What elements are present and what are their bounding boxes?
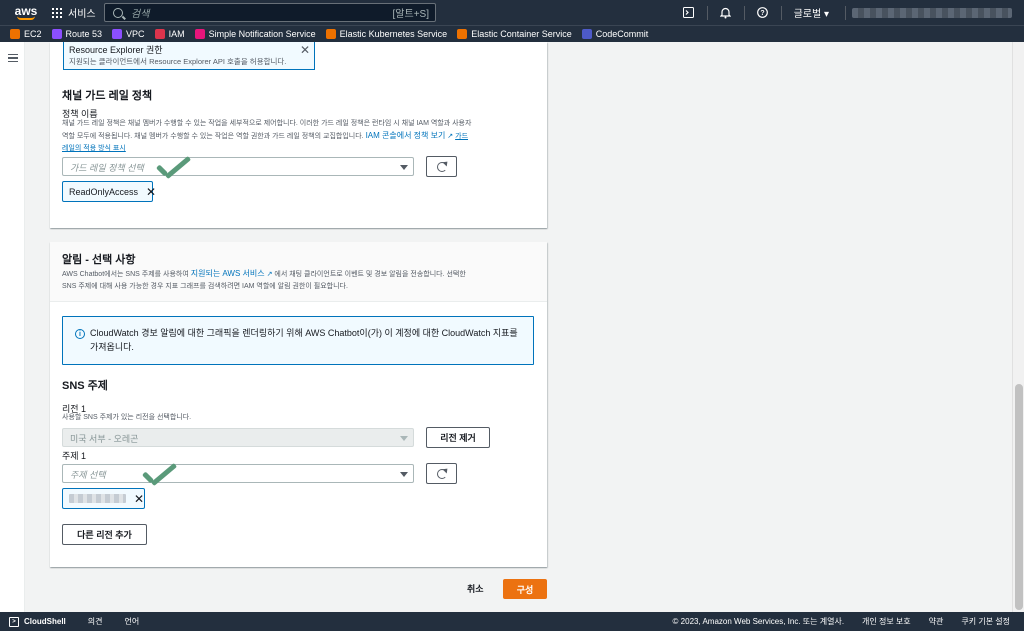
section-title: 알림 - 선택 사항 bbox=[62, 254, 136, 266]
services-menu-button[interactable]: 서비스 bbox=[52, 5, 96, 20]
caret-down-icon bbox=[400, 472, 408, 477]
service-icon bbox=[10, 29, 20, 39]
service-icon bbox=[457, 29, 468, 39]
info-icon: i bbox=[75, 329, 85, 339]
supported-services-link[interactable]: 지원되는 AWS 서비스 bbox=[191, 269, 265, 278]
copyright-text: © 2023, Amazon Web Services, Inc. 또는 계열사… bbox=[672, 617, 845, 626]
refresh-icon bbox=[436, 161, 447, 172]
favorite-item[interactable]: CodeCommit bbox=[581, 29, 648, 39]
side-navigation bbox=[0, 42, 25, 612]
help-icon[interactable]: ? bbox=[751, 0, 775, 25]
favorite-item[interactable]: IAM bbox=[154, 29, 185, 39]
section-title: 채널 가드 레일 정책 bbox=[62, 90, 153, 102]
favorites-bar: EC2 Route 53 VPC IAM Simple Notification Ser… bbox=[0, 25, 1024, 42]
notifications-panel: 알림 - 선택 사항 AWS Chatbot에서는 SNS 주제를 사용하여 지… bbox=[50, 242, 547, 567]
top-navigation: aws 서비스 검색 [알트+S] ? 글로벌 ▾ bbox=[0, 0, 1024, 25]
cloudshell-icon[interactable] bbox=[677, 0, 701, 25]
topic-token: ✕ bbox=[62, 488, 145, 509]
favorite-item[interactable]: Route 53 bbox=[51, 29, 102, 39]
guardrail-panel: Resource Explorer 권한 지원되는 클라이언트에서 Resour… bbox=[50, 42, 547, 228]
caret-down-icon bbox=[400, 165, 408, 170]
service-icon bbox=[154, 29, 165, 39]
topic-select[interactable]: 주제 선택 bbox=[62, 464, 414, 483]
configure-button[interactable]: 구성 bbox=[503, 579, 547, 599]
favorite-item[interactable]: Simple Notification Service bbox=[194, 29, 316, 39]
feedback-link[interactable]: 의견 bbox=[88, 616, 103, 627]
service-icon bbox=[194, 29, 205, 39]
caret-down-icon bbox=[400, 436, 408, 441]
checkmark-icon bbox=[156, 160, 192, 180]
account-menu[interactable] bbox=[852, 7, 1012, 18]
iam-console-link[interactable]: IAM 콘솔에서 정책 보기 bbox=[366, 131, 446, 140]
notifications-header: 알림 - 선택 사항 AWS Chatbot에서는 SNS 주제를 사용하여 지… bbox=[50, 242, 547, 302]
footer: > CloudShell 의견 언어 © 2023, Amazon Web Se… bbox=[0, 612, 1024, 631]
search-icon bbox=[113, 7, 123, 18]
redacted-topic bbox=[69, 494, 126, 503]
guardrail-info-link[interactable]: 레일의 적용 방식 표시 bbox=[62, 145, 126, 152]
region-selector[interactable]: 글로벌 ▾ bbox=[794, 5, 829, 20]
cloudwatch-info-alert: i CloudWatch 경보 알림에 대한 그래픽을 렌더링하기 위해 AWS… bbox=[62, 316, 534, 365]
notifications-description: AWS Chatbot에서는 SNS 주제를 사용하여 지원되는 AWS 서비스… bbox=[62, 269, 466, 290]
scrollbar-thumb[interactable] bbox=[1015, 384, 1023, 610]
bell-icon[interactable] bbox=[714, 0, 738, 25]
external-link-icon: ↗ bbox=[447, 133, 454, 140]
menu-icon[interactable] bbox=[8, 54, 18, 62]
favorite-item[interactable]: VPC bbox=[112, 29, 145, 39]
aws-logo[interactable]: aws bbox=[6, 0, 46, 25]
service-icon bbox=[51, 29, 62, 39]
refresh-icon bbox=[436, 468, 447, 479]
cloudshell-icon: > bbox=[9, 616, 19, 627]
checkmark-icon bbox=[142, 467, 178, 487]
service-icon bbox=[581, 29, 592, 39]
region-select: 미국 서부 - 오레곤 bbox=[62, 428, 414, 447]
guardrail-policy-select[interactable]: 가드 레일 정책 선택 bbox=[62, 157, 414, 176]
favorite-item[interactable]: Elastic Container Service bbox=[457, 29, 572, 39]
remove-token-icon[interactable]: ✕ bbox=[146, 186, 156, 198]
service-icon bbox=[325, 29, 336, 39]
external-link-icon: ↗ bbox=[266, 271, 273, 278]
resource-explorer-permission-card: Resource Explorer 권한 지원되는 클라이언트에서 Resour… bbox=[63, 42, 315, 70]
terms-link[interactable]: 약관 bbox=[929, 616, 944, 627]
cancel-button[interactable]: 취소 bbox=[467, 582, 484, 595]
topic-label: 주제 1 bbox=[62, 451, 87, 461]
scrollbar[interactable] bbox=[1012, 42, 1024, 612]
favorite-item[interactable]: Elastic Kubernetes Service bbox=[325, 29, 447, 39]
close-icon[interactable]: ✕ bbox=[300, 44, 310, 56]
service-icon bbox=[112, 29, 123, 39]
cloudshell-button[interactable]: > CloudShell bbox=[9, 616, 66, 627]
policy-token: ReadOnlyAccess ✕ bbox=[62, 181, 156, 202]
region-description: 사용할 SNS 주제가 있는 리전을 선택합니다. bbox=[62, 414, 192, 421]
privacy-link[interactable]: 개인 정보 보호 bbox=[862, 616, 911, 627]
favorite-item[interactable]: EC2 bbox=[10, 29, 42, 39]
refresh-button[interactable] bbox=[426, 156, 457, 177]
sns-title: SNS 주제 bbox=[62, 380, 108, 392]
field-description: 채널 가드 레일 정책은 채널 멤버가 수행할 수 있는 작업을 세부적으로 제… bbox=[62, 120, 472, 152]
add-region-button[interactable]: 다른 리전 추가 bbox=[62, 524, 147, 545]
svg-text:?: ? bbox=[760, 10, 764, 17]
refresh-button[interactable] bbox=[426, 463, 457, 484]
grid-icon bbox=[52, 7, 62, 18]
cookie-preferences-link[interactable]: 쿠키 기본 설정 bbox=[961, 616, 1010, 627]
remove-region-button[interactable]: 리전 제거 bbox=[426, 427, 490, 448]
search-input[interactable]: 검색 [알트+S] bbox=[104, 3, 436, 22]
language-link[interactable]: 언어 bbox=[125, 616, 140, 627]
remove-token-icon[interactable]: ✕ bbox=[134, 493, 144, 505]
